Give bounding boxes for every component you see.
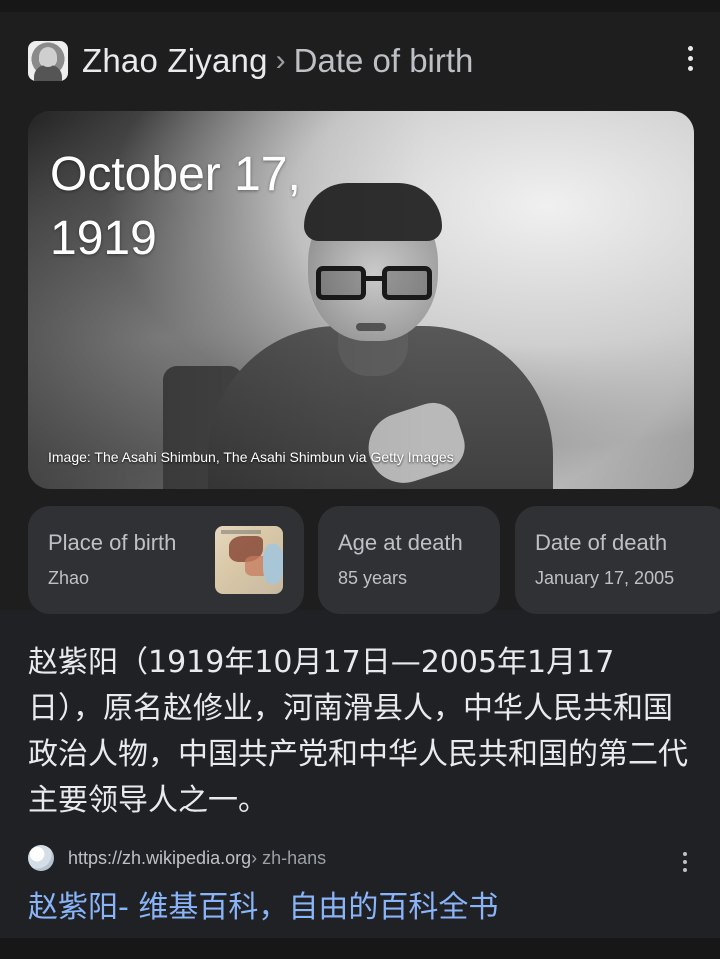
entity-avatar[interactable] [28,41,68,81]
hero-image[interactable]: October 17, 1919 Image: The Asahi Shimbu… [28,111,694,489]
chip-value: January 17, 2005 [535,568,675,588]
source-more-options-icon[interactable] [680,852,690,876]
top-strip [0,0,720,12]
birth-date-headline: October 17, 1919 [50,143,301,271]
image-credit: Image: The Asahi Shimbun, The Asahi Shim… [48,449,454,465]
source-url: https://zh.wikipedia.org [68,847,252,868]
chip-value: 85 years [338,568,408,588]
card-header: Zhao Ziyang › Date of birth [28,40,473,82]
birth-date-line-2: 1919 [50,212,157,265]
chip-date-of-death[interactable]: Date of death January 17, 2005 [515,506,720,614]
source-path: › zh-hans [251,847,327,868]
source-title-link[interactable]: 赵紫阳- 维基百科，自由的百科全书 [28,882,498,926]
attribute-name: Date of birth [293,42,474,79]
more-options-icon[interactable] [683,46,697,78]
chip-label: Age at death [338,530,463,555]
source-row[interactable]: https://zh.wikipedia.org › zh-hans [28,844,326,872]
map-thumbnail [215,526,283,594]
breadcrumb-chevron: › [275,44,286,77]
chip-label: Place of birth [48,530,177,555]
entity-name[interactable]: Zhao Ziyang [82,42,268,80]
chip-label: Date of death [535,530,668,555]
bottom-strip [0,938,720,959]
globe-icon [28,845,54,871]
chip-place-of-birth[interactable]: Place of birth Zhao [28,506,304,614]
description-snippet: 赵紫阳（1919年10月17日—2005年1月17日），原名赵修业，河南滑县人，… [28,645,688,818]
birth-date-line-1: October 17, [50,148,301,201]
chip-value: Zhao [48,568,90,588]
chip-age-at-death[interactable]: Age at death 85 years [318,506,500,614]
